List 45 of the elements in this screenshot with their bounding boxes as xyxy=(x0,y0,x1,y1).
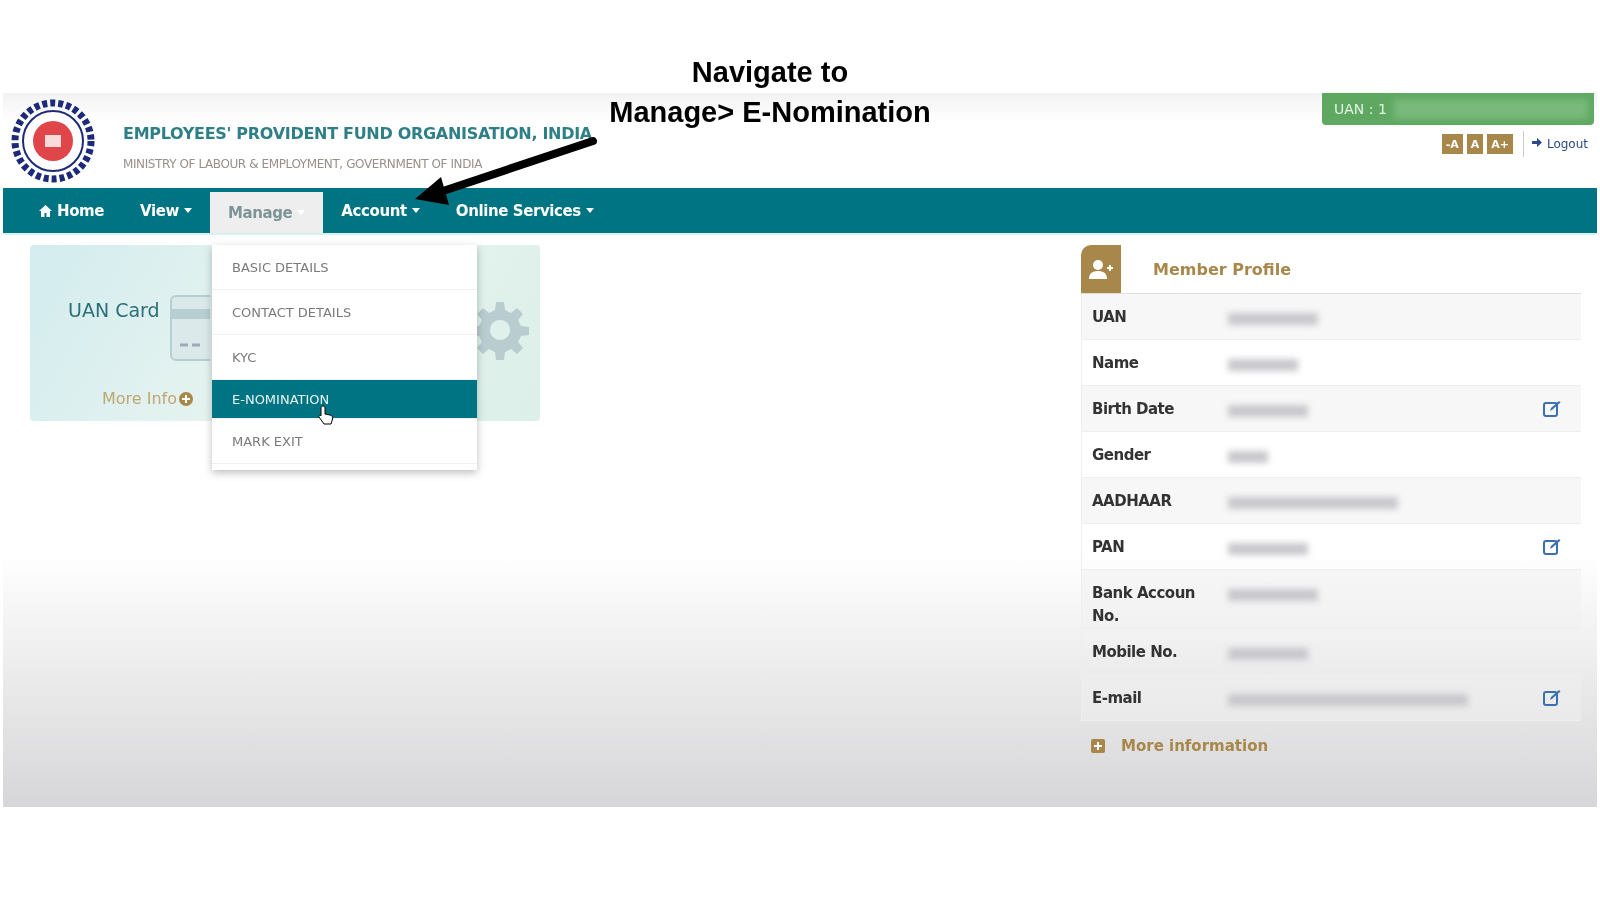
id-card-icon xyxy=(170,295,210,361)
field-label: UAN xyxy=(1091,307,1128,328)
field-label: Birth Date xyxy=(1091,399,1175,420)
field-label: Mobile No. xyxy=(1091,642,1179,663)
caret-icon xyxy=(585,208,594,213)
field-label: Gender xyxy=(1091,445,1152,466)
font-size-button[interactable]: -A xyxy=(1441,134,1463,154)
card-title: UAN Card xyxy=(68,299,160,321)
plus-circle-icon xyxy=(179,391,194,406)
annotation-text: Manage> E-Nomination xyxy=(609,95,931,130)
logout-icon xyxy=(1532,137,1544,148)
edit-icon[interactable] xyxy=(1543,538,1561,556)
organisation-title: EMPLOYEES' PROVIDENT FUND ORGANISATION, INDIA xyxy=(123,124,592,143)
field-label: Name xyxy=(1091,353,1140,374)
edit-icon[interactable] xyxy=(1543,689,1561,707)
caret-icon xyxy=(184,208,192,213)
field-label: AADHAAR xyxy=(1091,491,1173,512)
menu-item[interactable]: E-NOMINATION xyxy=(212,380,477,419)
home-icon xyxy=(39,204,52,217)
uan-label: UAN : 1 xyxy=(1333,101,1388,117)
annotation-text: Navigate to xyxy=(691,55,849,90)
more-information-link[interactable]: More information xyxy=(1081,721,1581,771)
ministry-subtitle: MINISTRY OF LABOUR & EMPLOYMENT, GOVERNMENT OF INDIA xyxy=(123,157,484,171)
nav-item[interactable]: View xyxy=(122,188,210,233)
font-size-button[interactable]: A xyxy=(1466,134,1484,154)
field-label: E-mail xyxy=(1091,688,1143,709)
blurred-value xyxy=(1228,451,1268,463)
edit-icon[interactable] xyxy=(1543,400,1561,418)
font-size-button[interactable]: A+ xyxy=(1487,134,1514,154)
pointer-cursor-icon xyxy=(318,405,334,425)
plus-square-icon xyxy=(1091,739,1105,753)
nav-item[interactable]: Manage xyxy=(210,192,324,233)
nav-item[interactable]: Home xyxy=(21,188,123,233)
panel-title: Member Profile xyxy=(1153,259,1291,279)
logo-icon xyxy=(11,98,95,183)
user-add-icon xyxy=(1089,259,1113,279)
field-label: PAN xyxy=(1091,537,1126,558)
nav-item[interactable]: Online Services xyxy=(437,188,612,233)
logout-link[interactable]: Logout xyxy=(1523,131,1594,157)
field-label: Bank Accoun No. xyxy=(1091,583,1196,627)
caret-icon xyxy=(411,208,420,213)
blurred-value xyxy=(1228,359,1298,371)
menu-item[interactable]: BASIC DETAILS xyxy=(212,245,477,290)
nav-item[interactable]: Account xyxy=(323,188,438,233)
menu-item[interactable]: CONTACT DETAILS xyxy=(212,290,477,335)
